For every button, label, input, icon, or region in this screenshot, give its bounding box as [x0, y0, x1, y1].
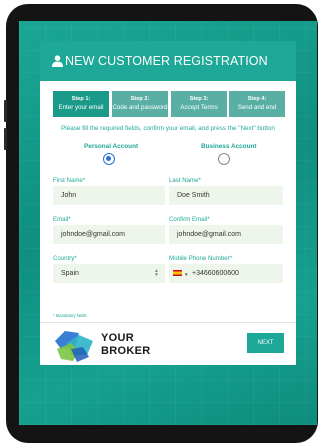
brand-line-2: BROKER	[101, 345, 151, 357]
last-name-field[interactable]: Doe Smith	[169, 186, 283, 205]
confirm-email-label: Confirm Email*	[169, 216, 210, 223]
step-2: Step 2: Code and password	[112, 91, 168, 117]
country-value: Spain	[61, 270, 79, 277]
first-name-label: First Name*	[53, 177, 86, 184]
instructions-text: Please fill the required fields, confirm…	[61, 125, 275, 132]
phone-field[interactable]: ▼ +34660600600	[169, 264, 283, 283]
step-1: Step 1: Enter your email	[53, 91, 109, 117]
phone-label: Mobile Phone Number*	[169, 255, 233, 262]
registration-card: NEW CUSTOMER REGISTRATION Step 1: Enter …	[40, 41, 296, 365]
volume-up-button	[4, 100, 7, 122]
tablet-screen: NEW CUSTOMER REGISTRATION Step 1: Enter …	[19, 21, 317, 425]
page-title: NEW CUSTOMER REGISTRATION	[65, 54, 268, 68]
country-label: Country*	[53, 255, 77, 262]
step-number: Step 1:	[71, 96, 91, 102]
step-3: Step 3: Accept Terms	[171, 91, 227, 117]
confirm-email-field[interactable]: johndoe@gmail.com	[169, 225, 283, 244]
next-button[interactable]: NEXT	[247, 333, 284, 353]
mandatory-note: * Mandatory fields	[53, 313, 87, 318]
step-label: Send and end	[237, 104, 277, 111]
first-name-field[interactable]: John	[53, 186, 165, 205]
phone-value: +34660600600	[192, 270, 239, 277]
user-icon	[52, 55, 63, 67]
select-arrows-icon: ▲ ▼	[154, 268, 159, 278]
business-account-radio[interactable]	[218, 153, 230, 165]
card-footer: YOUR BROKER NEXT	[40, 322, 296, 365]
card-header: NEW CUSTOMER REGISTRATION	[40, 41, 296, 81]
step-label: Accept Terms	[180, 104, 218, 111]
step-label: Enter your email	[58, 104, 104, 111]
step-number: Step 2:	[130, 96, 150, 102]
spain-flag-icon[interactable]	[173, 270, 182, 276]
step-number: Step 4:	[247, 96, 267, 102]
broker-logo-icon	[55, 331, 93, 362]
personal-account-label: Personal Account	[84, 143, 139, 150]
brand-name: YOUR BROKER	[101, 332, 150, 358]
tablet-frame: NEW CUSTOMER REGISTRATION Step 1: Enter …	[4, 4, 318, 443]
last-name-label: Last Name*	[169, 177, 201, 184]
country-select[interactable]: Spain ▲ ▼	[53, 264, 165, 283]
step-4: Step 4: Send and end	[229, 91, 285, 117]
brand-line-1: YOUR	[101, 332, 134, 344]
caret-down-icon[interactable]: ▼	[184, 265, 188, 283]
personal-account-radio[interactable]	[103, 153, 115, 165]
business-account-label: Business Account	[201, 143, 257, 150]
email-field[interactable]: johndoe@gmail.com	[53, 225, 165, 244]
email-label: Email*	[53, 216, 71, 223]
step-indicator: Step 1: Enter your email Step 2: Code an…	[53, 91, 285, 117]
volume-down-button	[4, 128, 7, 150]
step-label: Code and password	[112, 104, 168, 111]
step-number: Step 3:	[189, 96, 209, 102]
